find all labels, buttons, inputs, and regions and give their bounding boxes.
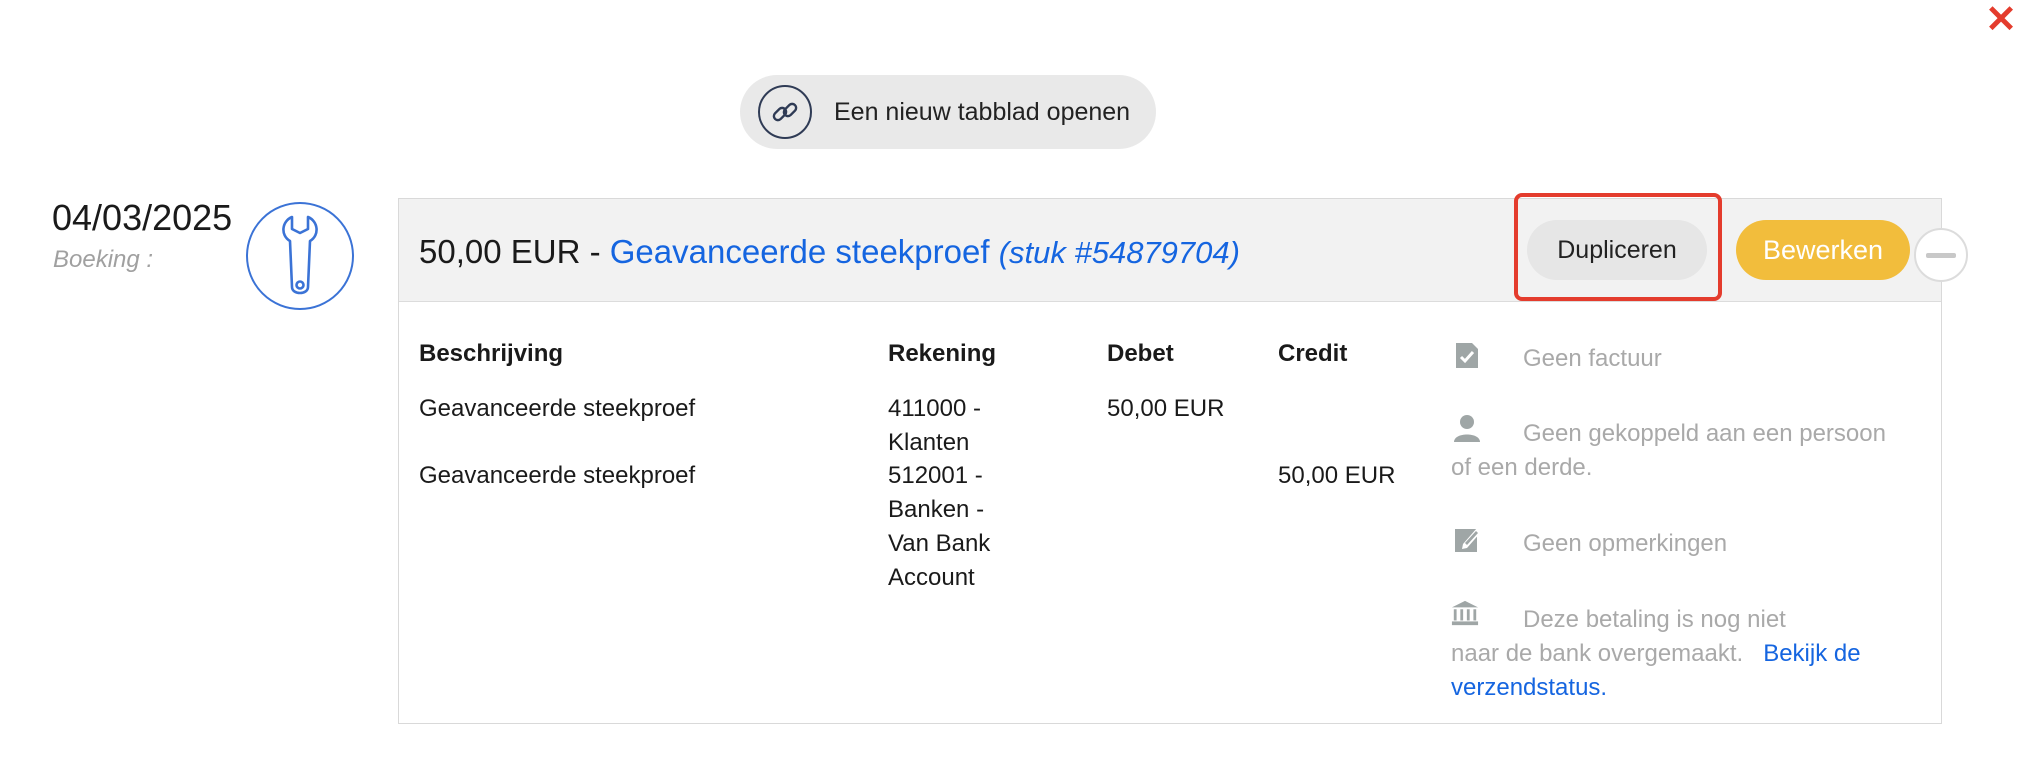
invoice-status: Geen factuur (1523, 345, 1662, 372)
person-status-line2: of een derde. (1451, 454, 1593, 481)
payment-status-line2: naar de bank overgemaakt. Bekijk de (1451, 637, 1921, 671)
row-account-line: Account (888, 564, 975, 591)
column-header-credit: Credit (1278, 340, 1348, 367)
entry-amount: 50,00 EUR (419, 233, 581, 270)
edit-button[interactable]: Bewerken (1736, 220, 1910, 280)
row-account-line: Klanten (888, 429, 970, 456)
wrench-icon (246, 202, 354, 310)
row-description: Geavanceerde steekproef (419, 462, 696, 489)
column-header-account: Rekening (888, 340, 997, 367)
person-status: Geen gekoppeld aan een persoon of een de… (1451, 417, 1921, 485)
entry-date: 04/03/2025 (52, 197, 233, 238)
piece-number-link[interactable]: (stuk #54879704) (999, 235, 1240, 270)
person-status-line1: Geen gekoppeld aan een persoon (1523, 420, 1886, 447)
link-icon (758, 85, 812, 139)
payment-status-line1: Deze betaling is nog niet (1523, 606, 1786, 633)
close-icon[interactable]: ✕ (1985, 0, 2017, 40)
row-account-line: 512001 - (888, 462, 983, 489)
open-new-tab-label: Een nieuw tabblad openen (834, 97, 1131, 126)
send-status-link[interactable]: Bekijk de (1763, 640, 1860, 667)
row-debit: 50,00 EUR (1107, 395, 1225, 422)
send-status-link-continued[interactable]: verzendstatus. (1451, 674, 1607, 701)
row-description: Geavanceerde steekproef (419, 395, 696, 422)
row-account-line: 411000 - (888, 395, 981, 422)
notes-status: Geen opmerkingen (1523, 530, 1728, 557)
column-header-debit: Debet (1107, 340, 1174, 367)
entry-type-label: Boeking : (53, 246, 154, 273)
row-account-line: Van Bank (888, 530, 991, 557)
row-credit: 50,00 EUR (1278, 462, 1396, 489)
payment-status: Deze betaling is nog niet naar de bank o… (1451, 603, 1921, 705)
duplicate-button[interactable]: Dupliceren (1527, 220, 1707, 280)
title-separator: - (580, 233, 610, 270)
entry-title: 50,00 EUR - Geavanceerde steekproef (stu… (419, 233, 1240, 271)
minus-icon (1926, 252, 1956, 258)
journal-link[interactable]: Geavanceerde steekproef (610, 233, 990, 270)
open-new-tab-button[interactable]: Een nieuw tabblad openen (740, 75, 1156, 149)
row-account-line: Banken - (888, 496, 985, 523)
column-header-description: Beschrijving (419, 340, 564, 367)
payment-status-text: naar de bank overgemaakt. (1451, 640, 1744, 667)
collapse-button[interactable] (1914, 228, 1968, 282)
